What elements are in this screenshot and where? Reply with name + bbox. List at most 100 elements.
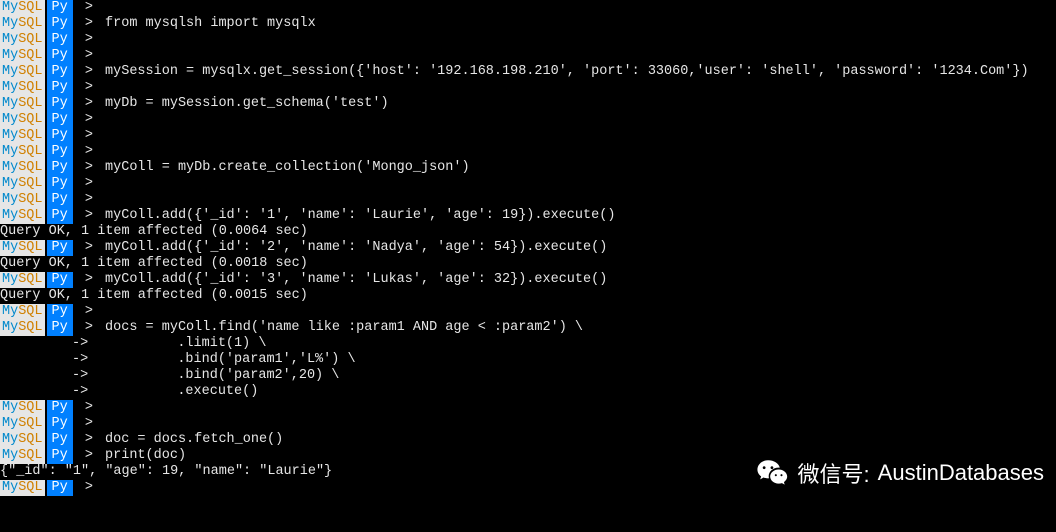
command-text: mySession = mysqlx.get_session({'host': … (105, 64, 1029, 80)
terminal-line: MySQLPy > from mysqlsh import mysqlx (0, 16, 1056, 32)
prompt-py: Py (47, 160, 73, 176)
terminal-line: MySQLPy > myColl = myDb.create_collectio… (0, 160, 1056, 176)
prompt-mysql: MySQL (0, 128, 45, 144)
terminal-line: -> .execute() (0, 384, 1056, 400)
prompt-mysql: MySQL (0, 80, 45, 96)
terminal-line: MySQLPy > myColl.add({'_id': '2', 'name'… (0, 240, 1056, 256)
prompt-arrow: > (73, 144, 105, 160)
command-text: .bind('param1','L%') \ (96, 352, 355, 368)
prompt-mysql: MySQL (0, 304, 45, 320)
prompt-mysql: MySQL (0, 480, 45, 496)
prompt-mysql: MySQL (0, 0, 45, 16)
prompt-arrow: > (73, 112, 105, 128)
prompt-arrow: > (73, 176, 105, 192)
result-text: Query OK, 1 item affected (0.0018 sec) (0, 256, 308, 272)
terminal-line: MySQLPy > (0, 416, 1056, 432)
prompt-mysql: MySQL (0, 176, 45, 192)
terminal-line: MySQLPy > (0, 48, 1056, 64)
terminal-line: MySQLPy > mySession = mysqlx.get_session… (0, 64, 1056, 80)
prompt-arrow: > (73, 96, 105, 112)
prompt-py: Py (47, 64, 73, 80)
prompt-py: Py (47, 192, 73, 208)
prompt-py: Py (47, 432, 73, 448)
result-text: {"_id": "1", "age": 19, "name": "Laurie"… (0, 464, 332, 480)
terminal-line: MySQLPy > myColl.add({'_id': '3', 'name'… (0, 272, 1056, 288)
prompt-py: Py (47, 128, 73, 144)
prompt-mysql: MySQL (0, 432, 45, 448)
wechat-icon (756, 456, 790, 490)
prompt-py: Py (47, 48, 73, 64)
prompt-py: Py (47, 32, 73, 48)
terminal-line: MySQLPy > (0, 176, 1056, 192)
terminal-line: MySQLPy > (0, 400, 1056, 416)
command-text: myDb = mySession.get_schema('test') (105, 96, 389, 112)
command-text: .limit(1) \ (96, 336, 266, 352)
prompt-py: Py (47, 112, 73, 128)
prompt-mysql: MySQL (0, 272, 45, 288)
prompt-py: Py (47, 448, 73, 464)
prompt-py: Py (47, 208, 73, 224)
prompt-arrow: > (73, 304, 105, 320)
prompt-py: Py (47, 0, 73, 16)
terminal-line: -> .bind('param1','L%') \ (0, 352, 1056, 368)
terminal-line: MySQLPy > (0, 192, 1056, 208)
prompt-py: Py (47, 16, 73, 32)
terminal-line: Query OK, 1 item affected (0.0018 sec) (0, 256, 1056, 272)
prompt-mysql: MySQL (0, 192, 45, 208)
terminal-line: Query OK, 1 item affected (0.0064 sec) (0, 224, 1056, 240)
terminal-line: -> .limit(1) \ (0, 336, 1056, 352)
command-text: from mysqlsh import mysqlx (105, 16, 316, 32)
prompt-mysql: MySQL (0, 448, 45, 464)
watermark: 微信号: AustinDatabases (756, 456, 1044, 490)
prompt-mysql: MySQL (0, 16, 45, 32)
prompt-py: Py (47, 400, 73, 416)
prompt-mysql: MySQL (0, 144, 45, 160)
prompt-mysql: MySQL (0, 48, 45, 64)
prompt-py: Py (47, 304, 73, 320)
watermark-value: AustinDatabases (878, 460, 1044, 486)
result-text: Query OK, 1 item affected (0.0064 sec) (0, 224, 308, 240)
command-text: print(doc) (105, 448, 186, 464)
continuation-arrow: -> (0, 352, 96, 368)
terminal-line: MySQLPy > docs = myColl.find('name like … (0, 320, 1056, 336)
prompt-arrow: > (73, 128, 105, 144)
prompt-mysql: MySQL (0, 160, 45, 176)
prompt-mysql: MySQL (0, 32, 45, 48)
terminal-line: Query OK, 1 item affected (0.0015 sec) (0, 288, 1056, 304)
terminal-line: MySQLPy > (0, 112, 1056, 128)
result-text: Query OK, 1 item affected (0.0015 sec) (0, 288, 308, 304)
prompt-mysql: MySQL (0, 208, 45, 224)
prompt-py: Py (47, 416, 73, 432)
prompt-py: Py (47, 272, 73, 288)
prompt-arrow: > (73, 208, 105, 224)
continuation-arrow: -> (0, 368, 96, 384)
prompt-py: Py (47, 80, 73, 96)
prompt-arrow: > (73, 416, 105, 432)
prompt-arrow: > (73, 320, 105, 336)
terminal-line: MySQLPy > myDb = mySession.get_schema('t… (0, 96, 1056, 112)
prompt-py: Py (47, 176, 73, 192)
prompt-mysql: MySQL (0, 96, 45, 112)
watermark-label: 微信号: (798, 457, 870, 489)
terminal-line: MySQLPy > (0, 0, 1056, 16)
continuation-arrow: -> (0, 336, 96, 352)
command-text: docs = myColl.find('name like :param1 AN… (105, 320, 583, 336)
terminal-line: MySQLPy > (0, 128, 1056, 144)
prompt-arrow: > (73, 80, 105, 96)
terminal-line: -> .bind('param2',20) \ (0, 368, 1056, 384)
prompt-py: Py (47, 240, 73, 256)
command-text: .execute() (96, 384, 258, 400)
command-text: doc = docs.fetch_one() (105, 432, 283, 448)
prompt-arrow: > (73, 480, 105, 496)
prompt-mysql: MySQL (0, 240, 45, 256)
continuation-arrow: -> (0, 384, 96, 400)
prompt-arrow: > (73, 0, 105, 16)
terminal-line: MySQLPy > (0, 80, 1056, 96)
prompt-arrow: > (73, 272, 105, 288)
terminal-line: MySQLPy > myColl.add({'_id': '1', 'name'… (0, 208, 1056, 224)
prompt-py: Py (47, 144, 73, 160)
prompt-py: Py (47, 96, 73, 112)
command-text: .bind('param2',20) \ (96, 368, 339, 384)
terminal-output[interactable]: MySQLPy > MySQLPy > from mysqlsh import … (0, 0, 1056, 496)
command-text: myColl.add({'_id': '1', 'name': 'Laurie'… (105, 208, 615, 224)
